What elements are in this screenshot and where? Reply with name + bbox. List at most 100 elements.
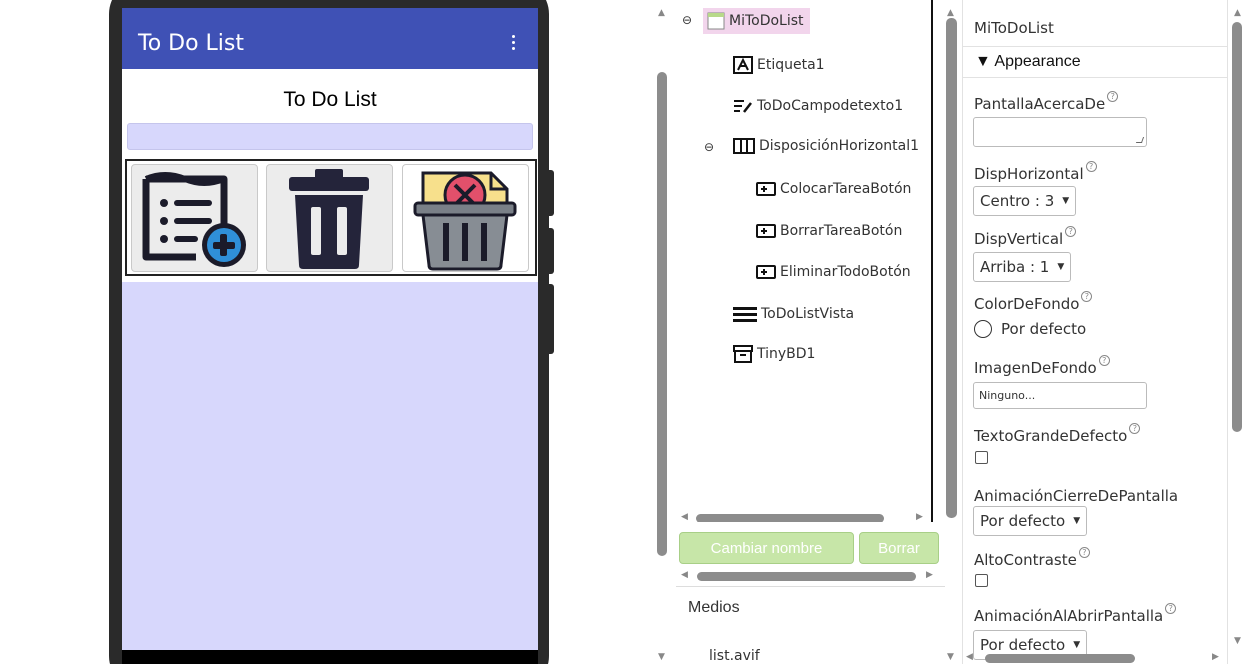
phone-side-button xyxy=(547,170,554,216)
rename-button[interactable]: Cambiar nombre xyxy=(679,532,854,564)
appearance-section-label: ▼ Appearance xyxy=(975,53,1081,70)
label-icon xyxy=(733,56,753,74)
tree-item-eliminartodoboton[interactable]: EliminarTodoBotón xyxy=(756,264,911,280)
background-color-picker[interactable]: Por defecto xyxy=(974,320,1086,338)
button-icon xyxy=(756,224,776,238)
property-label: ColorDeFondo xyxy=(974,295,1080,313)
media-section: Medios xyxy=(676,586,945,630)
scroll-down-arrow-icon[interactable]: ▼ xyxy=(1234,636,1241,646)
horizontal-arrangement-icon xyxy=(733,138,755,154)
property-align-horizontal: DispHorizontal? xyxy=(974,161,1097,183)
scroll-down-arrow-icon[interactable]: ▼ xyxy=(658,652,665,662)
add-task-image-button[interactable] xyxy=(131,164,258,272)
help-icon[interactable]: ? xyxy=(1098,355,1110,366)
tree-item-label: MiToDoList xyxy=(729,13,804,29)
background-image-input[interactable]: Ninguno... xyxy=(973,382,1147,409)
property-about-screen: PantallaAcercaDe? xyxy=(974,91,1119,113)
chevron-down-icon: ▼ xyxy=(1073,640,1081,650)
big-default-text-checkbox[interactable] xyxy=(975,451,988,464)
property-label: AnimaciónCierreDePantalla xyxy=(974,487,1179,505)
select-value: Arriba : 1 xyxy=(980,258,1050,276)
color-swatch-icon xyxy=(974,320,992,338)
property-big-default-text: TextoGrandeDefecto? xyxy=(974,423,1141,445)
delete-all-image-button[interactable] xyxy=(402,164,529,272)
properties-vertical-scrollbar[interactable] xyxy=(1232,22,1242,432)
property-label: AnimaciónAlAbrirPantalla xyxy=(974,607,1164,625)
panel-horizontal-scrollbar[interactable] xyxy=(697,572,916,581)
phone-side-button xyxy=(547,228,554,274)
scroll-left-arrow-icon[interactable]: ◀ xyxy=(681,570,688,580)
tree-vertical-scrollbar[interactable] xyxy=(657,72,667,556)
chevron-down-icon: ▼ xyxy=(1062,196,1070,206)
scroll-left-arrow-icon[interactable]: ◀ xyxy=(681,512,688,522)
help-icon[interactable]: ? xyxy=(1065,226,1077,237)
high-contrast-checkbox[interactable] xyxy=(975,574,988,587)
overflow-menu-icon[interactable] xyxy=(512,35,516,51)
help-icon[interactable]: ? xyxy=(1165,603,1177,614)
scroll-left-arrow-icon[interactable]: ◀ xyxy=(966,652,973,662)
tree-item-todocampodetexto1[interactable]: ToDoCampodetexto1 xyxy=(733,98,903,114)
scroll-up-arrow-icon[interactable]: ▲ xyxy=(947,8,954,18)
checklist-add-icon xyxy=(142,172,246,267)
collapse-icon[interactable]: ⊖ xyxy=(682,13,692,27)
screen-icon xyxy=(707,12,725,30)
tree-item-tinybd1[interactable]: TinyBD1 xyxy=(733,345,815,363)
collapse-icon[interactable]: ⊖ xyxy=(704,140,714,154)
help-icon[interactable]: ? xyxy=(1129,423,1141,434)
help-icon[interactable]: ? xyxy=(1081,291,1093,302)
scroll-right-arrow-icon[interactable]: ▶ xyxy=(1212,652,1219,662)
properties-horizontal-scrollbar[interactable] xyxy=(985,654,1135,663)
align-horizontal-select[interactable]: Centro : 3 ▼ xyxy=(973,186,1077,216)
help-icon[interactable]: ? xyxy=(1078,547,1090,558)
tree-item-etiqueta1[interactable]: Etiqueta1 xyxy=(733,56,825,74)
scroll-up-arrow-icon[interactable]: ▲ xyxy=(1234,8,1241,18)
select-value: Por defecto xyxy=(980,636,1066,654)
tree-item-label: TinyBD1 xyxy=(757,346,816,362)
button-icon xyxy=(756,265,776,279)
scroll-down-arrow-icon[interactable]: ▼ xyxy=(947,652,954,662)
property-label: DispHorizontal xyxy=(974,165,1084,183)
tree-item-todolistvista[interactable]: ToDoListVista xyxy=(733,306,854,322)
property-background-color: ColorDeFondo? xyxy=(974,291,1093,313)
app-bar: To Do List xyxy=(122,8,538,69)
scroll-up-arrow-icon[interactable]: ▲ xyxy=(658,8,665,18)
media-file-item[interactable]: list.avif xyxy=(709,648,760,664)
property-align-vertical: DispVertical? xyxy=(974,226,1077,248)
tree-item-label: Etiqueta1 xyxy=(757,57,825,73)
tree-item-root[interactable]: MiToDoList xyxy=(703,8,810,34)
help-icon[interactable]: ? xyxy=(1107,91,1119,102)
chevron-down-icon: ▼ xyxy=(1057,262,1065,272)
property-label: DispVertical xyxy=(974,230,1064,248)
tree-item-colocartareaboton[interactable]: ColocarTareaBotón xyxy=(756,181,911,197)
about-screen-textarea[interactable] xyxy=(973,117,1147,147)
scroll-right-arrow-icon[interactable]: ▶ xyxy=(926,570,933,580)
delete-button[interactable]: Borrar xyxy=(859,532,939,564)
property-label: PantallaAcercaDe xyxy=(974,95,1106,113)
trash-icon xyxy=(289,169,369,269)
property-close-screen-animation: AnimaciónCierreDePantalla xyxy=(974,487,1178,505)
app-bar-title: To Do List xyxy=(138,31,245,56)
todo-textbox[interactable] xyxy=(127,123,533,150)
tree-item-borrartareaboton[interactable]: BorrarTareaBotón xyxy=(756,223,902,239)
property-open-screen-animation: AnimaciónAlAbrirPantalla? xyxy=(974,603,1177,625)
listview-icon xyxy=(733,306,757,322)
tree-item-disposicionhorizontal1[interactable]: DisposiciónHorizontal1 xyxy=(733,138,919,154)
phone-side-button xyxy=(547,284,554,354)
tree-panel-vertical-scrollbar[interactable] xyxy=(946,18,957,518)
property-label: TextoGrandeDefecto xyxy=(974,427,1128,445)
help-icon[interactable]: ? xyxy=(1085,161,1097,172)
delete-task-image-button[interactable] xyxy=(266,164,393,272)
property-label: ImagenDeFondo xyxy=(974,359,1097,377)
tree-horizontal-scrollbar[interactable] xyxy=(696,514,884,522)
select-value: Centro : 3 xyxy=(980,192,1055,210)
align-vertical-select[interactable]: Arriba : 1 ▼ xyxy=(973,252,1072,282)
button-icon xyxy=(756,182,776,196)
appearance-section-header[interactable]: ▼ Appearance xyxy=(963,46,1227,78)
textbox-icon xyxy=(733,98,753,114)
properties-panel: MiToDoList ▼ Appearance PantallaAcercaDe… xyxy=(962,0,1228,664)
resize-grip-icon xyxy=(1135,137,1145,143)
close-screen-animation-select[interactable]: Por defecto ▼ xyxy=(973,506,1088,536)
navigation-bar xyxy=(122,650,538,664)
scroll-right-arrow-icon[interactable]: ▶ xyxy=(916,512,923,522)
color-value: Por defecto xyxy=(1001,320,1087,338)
